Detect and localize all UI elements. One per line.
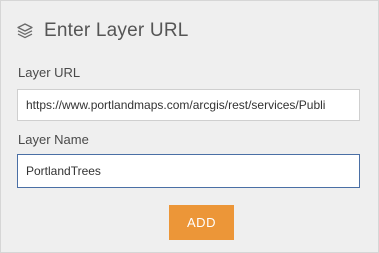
layer-name-input[interactable] bbox=[17, 154, 360, 188]
layers-icon bbox=[15, 21, 35, 41]
layer-url-label: Layer URL bbox=[18, 65, 81, 80]
panel-header: Enter Layer URL bbox=[15, 19, 189, 43]
add-button[interactable]: ADD bbox=[169, 205, 234, 240]
layer-url-input[interactable] bbox=[17, 89, 360, 121]
enter-layer-url-panel: Enter Layer URL Layer URL Layer Name ADD bbox=[0, 0, 379, 253]
page-title: Enter Layer URL bbox=[44, 20, 189, 41]
layer-name-label: Layer Name bbox=[18, 132, 89, 147]
